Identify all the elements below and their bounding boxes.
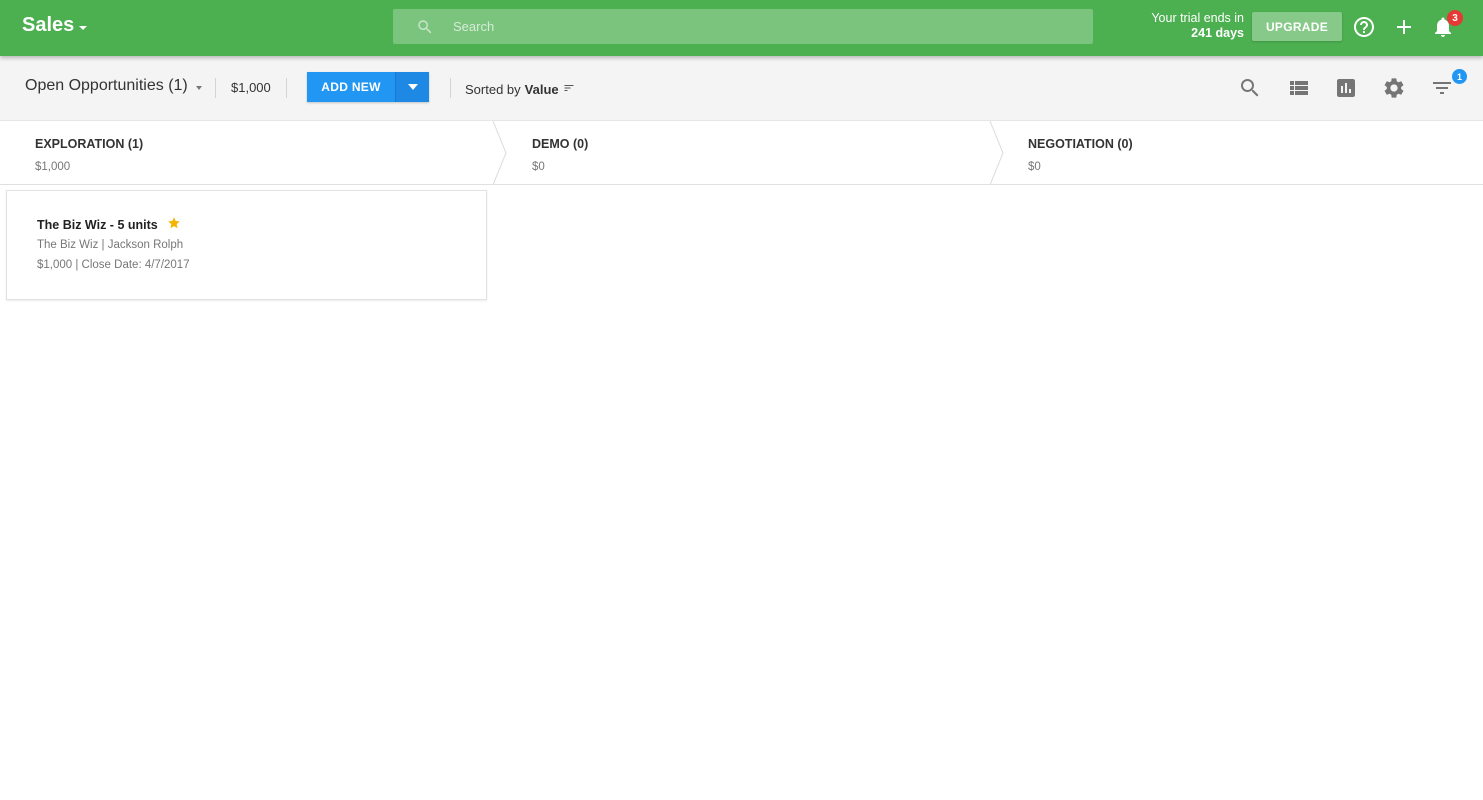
- trial-days: 241 days: [1191, 26, 1244, 40]
- opportunity-title-row: The Biz Wiz - 5 units: [37, 216, 181, 233]
- chevron-down-icon: [195, 85, 202, 90]
- filter-count-badge: 1: [1452, 69, 1467, 84]
- pipeline-stages: EXPLORATION (1) $1,000 DEMO (0) $0 NEGOT…: [0, 121, 1483, 185]
- stage-name: NEGOTIATION (0): [1028, 137, 1133, 151]
- trial-notice: Your trial ends in 241 days: [1151, 11, 1244, 41]
- chevron-down-icon: [79, 25, 88, 30]
- chart-icon[interactable]: [1334, 76, 1358, 100]
- sort-icon: [563, 82, 575, 97]
- stage-name: DEMO (0): [532, 137, 589, 151]
- notifications-badge: 3: [1447, 10, 1463, 26]
- add-new-button[interactable]: ADD NEW: [307, 72, 395, 102]
- add-icon[interactable]: [1392, 15, 1416, 39]
- opportunity-card[interactable]: The Biz Wiz - 5 units The Biz Wiz | Jack…: [6, 190, 487, 300]
- stage-name: EXPLORATION (1): [35, 137, 144, 151]
- divider: [215, 78, 216, 98]
- sort-prefix: Sorted by: [465, 82, 521, 97]
- stage-amount: $0: [532, 161, 545, 173]
- stage-exploration[interactable]: EXPLORATION (1) $1,000: [0, 121, 495, 185]
- stage-separator-chevron: [989, 121, 1004, 185]
- opportunity-title: The Biz Wiz - 5 units: [37, 217, 158, 232]
- add-new-split-button: ADD NEW: [307, 72, 429, 102]
- add-new-dropdown-button[interactable]: [395, 72, 429, 102]
- trial-text: Your trial ends in: [1151, 11, 1244, 25]
- view-label: Open Opportunities (1): [25, 77, 188, 94]
- divider: [286, 78, 287, 98]
- search-input[interactable]: [453, 9, 1073, 44]
- search-bar[interactable]: [393, 9, 1093, 44]
- stage-separator-chevron: [492, 121, 507, 185]
- opportunity-value-close-date: $1,000 | Close Date: 4/7/2017: [37, 259, 190, 271]
- stage-amount: $0: [1028, 161, 1041, 173]
- stage-demo[interactable]: DEMO (0) $0: [508, 121, 991, 185]
- search-icon: [416, 18, 434, 41]
- view-selector[interactable]: Open Opportunities (1): [25, 77, 202, 95]
- stage-amount: $1,000: [35, 161, 71, 173]
- app-switcher[interactable]: Sales: [22, 14, 88, 37]
- opportunity-company-contact: The Biz Wiz | Jackson Rolph: [37, 239, 184, 251]
- upgrade-button[interactable]: UPGRADE: [1252, 12, 1342, 41]
- star-icon[interactable]: [167, 216, 181, 233]
- help-icon[interactable]: [1352, 15, 1376, 39]
- sort-selector[interactable]: Sorted by Value: [465, 82, 575, 97]
- app-bar: Sales Your trial ends in 241 days UPGRAD…: [0, 0, 1483, 56]
- app-title: Sales: [22, 14, 75, 36]
- search-icon[interactable]: [1238, 76, 1262, 100]
- caret-down-icon: [407, 84, 418, 90]
- sort-value: Value: [524, 82, 559, 97]
- stage-negotiation[interactable]: NEGOTIATION (0) $0: [1005, 121, 1483, 185]
- pipeline-total: $1,000: [231, 80, 271, 95]
- divider: [450, 78, 451, 98]
- pipeline-toolbar: Open Opportunities (1) $1,000 ADD NEW So…: [0, 56, 1483, 121]
- list-view-icon[interactable]: [1287, 76, 1311, 100]
- settings-icon[interactable]: [1382, 76, 1406, 100]
- filter-icon[interactable]: [1430, 76, 1454, 100]
